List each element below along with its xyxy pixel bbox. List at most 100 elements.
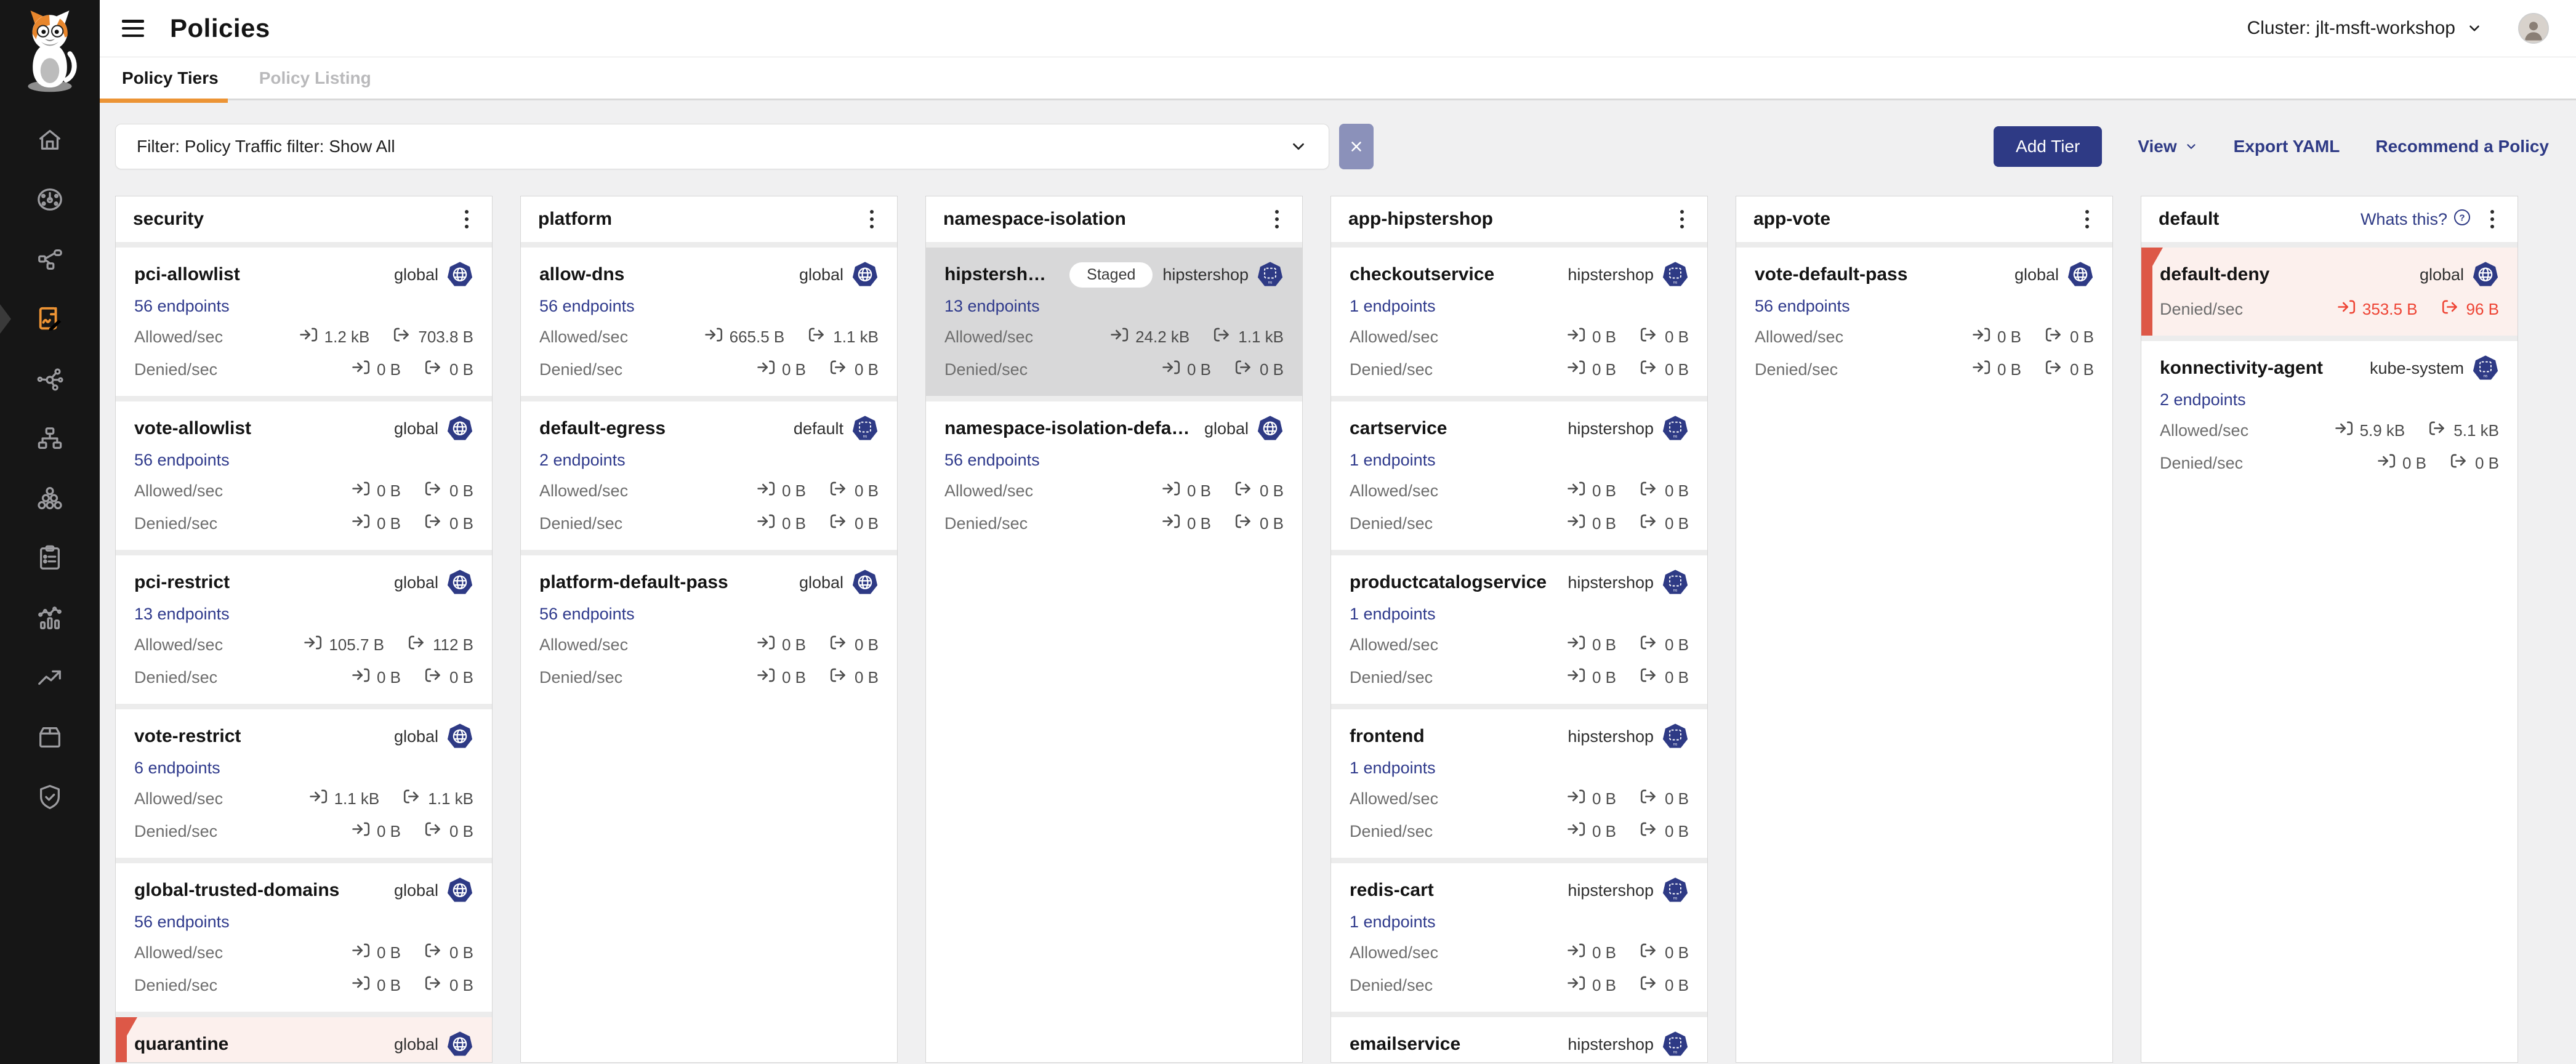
policies-icon bbox=[36, 305, 64, 333]
endpoints-link[interactable]: 1 endpoints bbox=[1350, 759, 1436, 778]
metric-row: Allowed/sec1.1 kB1.1 kB bbox=[134, 787, 473, 810]
policy-traffic-filter-select[interactable]: Filter: Policy Traffic filter: Show All bbox=[115, 124, 1329, 169]
endpoints-link[interactable]: 1 endpoints bbox=[1350, 605, 1436, 624]
inbound-value: 0 B bbox=[1592, 822, 1616, 841]
tier-title: platform bbox=[538, 209, 612, 230]
user-avatar[interactable] bbox=[2518, 13, 2549, 44]
outbound-value: 0 B bbox=[855, 635, 879, 655]
endpoints-link[interactable]: 56 endpoints bbox=[134, 451, 230, 470]
hamburger-menu-icon[interactable] bbox=[122, 20, 144, 37]
policy-card[interactable]: allow-dnsglobal56 endpointsAllowed/sec66… bbox=[521, 242, 897, 396]
endpoints-link[interactable]: 13 endpoints bbox=[944, 297, 1040, 316]
endpoints-link[interactable]: 56 endpoints bbox=[539, 605, 635, 624]
policy-card[interactable]: frontendhipstershopns1 endpointsAllowed/… bbox=[1331, 704, 1707, 858]
tab-policy-listing[interactable]: Policy Listing bbox=[259, 68, 371, 88]
clear-filter-button[interactable] bbox=[1339, 124, 1374, 169]
endpoints-link[interactable]: 6 endpoints bbox=[134, 759, 220, 778]
sidebar-item-policies[interactable] bbox=[0, 289, 100, 349]
tier-column-default: defaultWhats this??default-denyglobalDen… bbox=[2141, 196, 2518, 1063]
inbound-arrow-icon bbox=[1567, 787, 1586, 810]
policy-card[interactable]: hipstershop-gh…Stagedhipstershopns13 end… bbox=[926, 242, 1302, 396]
policy-card[interactable]: default-denyglobalDenied/sec353.5 B96 B bbox=[2141, 242, 2518, 336]
inbound-value: 1.1 kB bbox=[334, 789, 380, 808]
inbound-metric: 353.5 B bbox=[2337, 297, 2418, 321]
endpoints-link[interactable]: 2 endpoints bbox=[2160, 390, 2246, 409]
inbound-value: 0 B bbox=[1997, 360, 2021, 379]
policy-card[interactable]: global-trusted-domainsglobal56 endpoints… bbox=[116, 858, 492, 1012]
policy-card[interactable]: redis-carthipstershopns1 endpointsAllowe… bbox=[1331, 858, 1707, 1012]
policy-scope: kube-system ns bbox=[2360, 355, 2499, 382]
sidebar-item-image-package[interactable] bbox=[0, 707, 100, 767]
sidebar-item-service-graph[interactable] bbox=[0, 229, 100, 289]
policy-card[interactable]: namespace-isolation-default-p…global56 e… bbox=[926, 396, 1302, 550]
policy-scope: hipstershopns bbox=[1558, 415, 1689, 442]
outbound-value: 0 B bbox=[1260, 514, 1284, 533]
tier-kebab-menu-icon[interactable] bbox=[2484, 207, 2500, 232]
whats-this-link[interactable]: Whats this?? bbox=[2361, 209, 2471, 230]
scope-label: hipstershop bbox=[1162, 265, 1249, 284]
policy-card[interactable]: pci-allowlistglobal56 endpointsAllowed/s… bbox=[116, 242, 492, 396]
tab-policy-tiers[interactable]: Policy Tiers bbox=[122, 68, 219, 88]
sidebar-item-clusters[interactable] bbox=[0, 468, 100, 528]
endpoints-link[interactable]: 56 endpoints bbox=[134, 913, 230, 932]
policy-card[interactable]: checkoutservicehipstershopns1 endpointsA… bbox=[1331, 242, 1707, 396]
view-dropdown-button[interactable]: View bbox=[2138, 137, 2197, 156]
metric-label: Allowed/sec bbox=[1350, 328, 1438, 347]
endpoints-link[interactable]: 2 endpoints bbox=[539, 451, 626, 470]
inbound-metric: 1.1 kB bbox=[309, 787, 380, 810]
policy-card[interactable]: konnectivity-agentkube-systemns2 endpoin… bbox=[2141, 336, 2518, 490]
sidebar-item-dashboard-gauge[interactable] bbox=[0, 169, 100, 229]
tier-kebab-menu-icon[interactable] bbox=[2079, 207, 2095, 232]
tier-kebab-menu-icon[interactable] bbox=[1674, 207, 1690, 232]
endpoints-link[interactable]: 1 endpoints bbox=[1350, 913, 1436, 932]
sidebar-item-endpoints-sitemap[interactable] bbox=[0, 408, 100, 468]
endpoints-link[interactable]: 56 endpoints bbox=[539, 297, 635, 316]
policy-card-header: pci-restrictglobal bbox=[134, 569, 473, 596]
policy-card[interactable]: vote-allowlistglobal56 endpointsAllowed/… bbox=[116, 396, 492, 550]
policy-card[interactable]: vote-restrictglobal6 endpointsAllowed/se… bbox=[116, 704, 492, 858]
tier-kebab-menu-icon[interactable] bbox=[864, 207, 880, 232]
endpoints-link[interactable]: 56 endpoints bbox=[944, 451, 1040, 470]
policy-card[interactable]: pci-restrictglobal13 endpointsAllowed/se… bbox=[116, 550, 492, 704]
endpoints-link[interactable]: 56 endpoints bbox=[1755, 297, 1850, 316]
inbound-metric: 0 B bbox=[757, 666, 806, 689]
policy-card[interactable]: platform-default-passglobal56 endpointsA… bbox=[521, 550, 897, 704]
sidebar-item-reports-chart[interactable] bbox=[0, 587, 100, 647]
endpoints-link[interactable]: 13 endpoints bbox=[134, 605, 230, 624]
namespace-icon: ns bbox=[2472, 355, 2499, 382]
outbound-arrow-icon bbox=[829, 633, 848, 656]
cluster-selector[interactable]: Cluster: jlt-msft-workshop bbox=[2247, 18, 2482, 39]
add-tier-button[interactable]: Add Tier bbox=[1994, 126, 2102, 167]
outbound-value: 0 B bbox=[2070, 328, 2094, 347]
tier-kebab-menu-icon[interactable] bbox=[459, 207, 475, 232]
outbound-arrow-icon bbox=[393, 325, 412, 349]
sidebar-item-home[interactable] bbox=[0, 110, 100, 169]
scope-label: kube-system bbox=[2370, 359, 2464, 378]
policy-card-header: platform-default-passglobal bbox=[539, 569, 879, 596]
metric-values: 0 B0 B bbox=[1162, 512, 1284, 535]
metric-row: Allowed/sec0 B0 B bbox=[944, 479, 1284, 502]
export-yaml-button[interactable]: Export YAML bbox=[2234, 137, 2340, 156]
policy-card[interactable]: emailservicehipstershopns1 endpointsAllo… bbox=[1331, 1012, 1707, 1063]
sidebar-item-compliance-clipboard[interactable] bbox=[0, 528, 100, 587]
policy-card[interactable]: default-egressdefaultns2 endpointsAllowe… bbox=[521, 396, 897, 550]
outbound-metric: 5.1 kB bbox=[2428, 419, 2499, 442]
endpoints-link[interactable]: 1 endpoints bbox=[1350, 297, 1436, 316]
metric-row: Allowed/sec665.5 B1.1 kB bbox=[539, 325, 879, 349]
policy-card[interactable]: productcatalogservicehipstershopns1 endp… bbox=[1331, 550, 1707, 704]
metric-values: 0 B0 B bbox=[757, 479, 879, 502]
policy-card[interactable]: cartservicehipstershopns1 endpointsAllow… bbox=[1331, 396, 1707, 550]
endpoints-link[interactable]: 56 endpoints bbox=[134, 297, 230, 316]
policy-card[interactable]: quarantineglobal0 endpoints bbox=[116, 1012, 492, 1063]
endpoints-link[interactable]: 1 endpoints bbox=[1350, 451, 1436, 470]
sidebar-item-flow-trend[interactable] bbox=[0, 647, 100, 707]
inbound-metric: 0 B bbox=[1972, 325, 2021, 349]
metric-row: Denied/sec0 B0 B bbox=[539, 666, 879, 689]
inbound-arrow-icon bbox=[2337, 297, 2356, 321]
globe-icon bbox=[446, 1031, 473, 1058]
recommend-policy-button[interactable]: Recommend a Policy bbox=[2375, 137, 2549, 156]
sidebar-item-threat-shield[interactable] bbox=[0, 767, 100, 826]
tier-kebab-menu-icon[interactable] bbox=[1269, 207, 1285, 232]
policy-card[interactable]: vote-default-passglobal56 endpointsAllow… bbox=[1736, 242, 2112, 396]
sidebar-item-network-molecule[interactable] bbox=[0, 349, 100, 408]
